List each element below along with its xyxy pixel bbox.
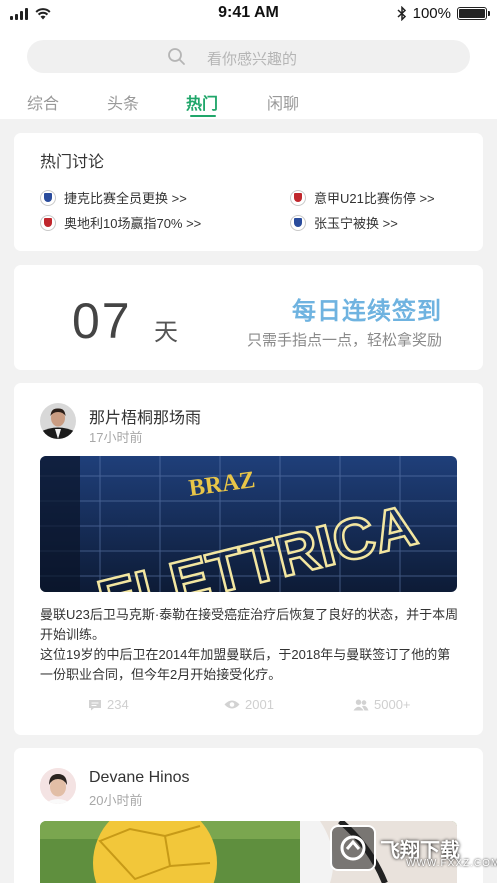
hot-topic-item[interactable]: 奥地利10场赢指70% >> bbox=[40, 213, 201, 232]
top-bar: 看你感兴趣的 综合 头条 热门 闲聊 bbox=[0, 28, 497, 119]
tab-comprehensive[interactable]: 综合 bbox=[27, 90, 59, 114]
checkin-title: 每日连续签到 bbox=[292, 298, 442, 325]
hot-topic-label: 意甲U21比赛伤停 >> bbox=[314, 191, 435, 206]
hot-topic-label: 捷克比赛全员更换 >> bbox=[64, 191, 187, 206]
watermark: 飞翔下载 WWW.FXXZ.COM bbox=[330, 820, 497, 876]
views-count: 2001 bbox=[245, 697, 274, 712]
daily-checkin-card[interactable]: 07 天 每日连续签到 只需手指点一点，轻松拿奖励 bbox=[14, 265, 483, 370]
author-name[interactable]: Devane Hinos bbox=[89, 769, 190, 787]
search-placeholder: 看你感兴趣的 bbox=[207, 51, 298, 68]
checkin-days-unit: 天 bbox=[154, 319, 178, 346]
hot-topic-item[interactable]: 张玉宁被换 >> bbox=[290, 213, 398, 232]
checkin-subtitle: 只需手指点一点，轻松拿奖励 bbox=[246, 332, 442, 349]
status-bar: 9:41 AM 100% bbox=[0, 0, 497, 28]
comment-icon bbox=[89, 699, 101, 710]
post-time: 17小时前 bbox=[89, 430, 143, 445]
users-icon bbox=[353, 699, 369, 710]
active-tab-indicator bbox=[190, 115, 216, 117]
comments-count: 234 bbox=[107, 697, 129, 712]
battery-percent: 100% bbox=[412, 5, 451, 22]
watermark-url: WWW.FXXZ.COM bbox=[406, 858, 497, 869]
hot-topic-label: 张玉宁被换 >> bbox=[314, 216, 398, 231]
post-paragraph: 曼联U23后卫马克斯·泰勒在接受癌症治疗后恢复了良好的状态，并于本周开始训练。 bbox=[40, 607, 459, 642]
team-badge-icon bbox=[40, 214, 56, 231]
post-image[interactable]: BRAZ ELETTRICA bbox=[40, 456, 457, 592]
views-stat: 2001 bbox=[224, 697, 274, 712]
hot-topic-label: 奥地利10场赢指70% >> bbox=[64, 216, 202, 231]
team-badge-icon bbox=[40, 189, 56, 206]
tab-hot[interactable]: 热门 bbox=[186, 90, 218, 114]
post-time: 20小时前 bbox=[89, 793, 143, 808]
tab-chat[interactable]: 闲聊 bbox=[267, 90, 299, 114]
eye-icon bbox=[224, 700, 240, 709]
avatar[interactable] bbox=[40, 403, 76, 439]
tab-headlines[interactable]: 头条 bbox=[107, 90, 139, 114]
author-name[interactable]: 那片梧桐那场雨 bbox=[89, 404, 201, 428]
avatar[interactable] bbox=[40, 768, 76, 804]
battery-icon bbox=[457, 7, 490, 20]
watermark-logo-icon bbox=[330, 825, 376, 871]
likes-stat[interactable]: 5000+ bbox=[353, 697, 411, 712]
comments-stat[interactable]: 234 bbox=[88, 697, 129, 712]
likes-count: 5000+ bbox=[374, 697, 411, 712]
post-paragraph: 这位19岁的中后卫在2014年加盟曼联后，于2018年与曼联签订了他的第一份职业… bbox=[40, 647, 451, 682]
post-card[interactable]: 那片梧桐那场雨 17小时前 BRAZ ELETTRICA 曼联U23后卫马克斯·… bbox=[14, 383, 483, 735]
hot-topic-item[interactable]: 捷克比赛全员更换 >> bbox=[40, 188, 187, 207]
bluetooth-icon bbox=[397, 6, 406, 21]
team-badge-icon bbox=[290, 189, 306, 206]
search-icon bbox=[168, 48, 185, 65]
hot-discussions-card: 热门讨论 捷克比赛全员更换 >> 意甲U21比赛伤停 >> 奥地利10场赢指70… bbox=[14, 133, 483, 251]
checkin-days-count: 07 bbox=[72, 293, 132, 349]
post-body: 曼联U23后卫马克斯·泰勒在接受癌症治疗后恢复了良好的状态，并于本周开始训练。 … bbox=[40, 605, 460, 685]
team-badge-icon bbox=[290, 214, 306, 231]
hot-topic-item[interactable]: 意甲U21比赛伤停 >> bbox=[290, 188, 435, 207]
hot-discussions-title: 热门讨论 bbox=[40, 154, 105, 171]
search-bar[interactable]: 看你感兴趣的 bbox=[27, 40, 470, 73]
